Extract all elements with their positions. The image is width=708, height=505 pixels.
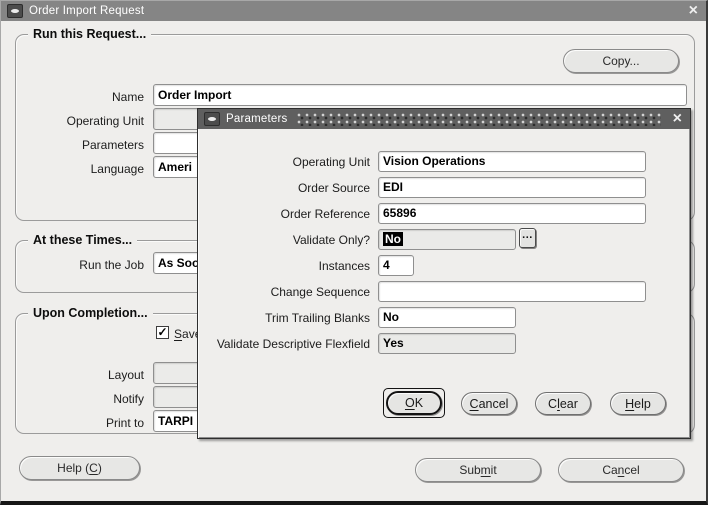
window-title: Order Import Request (29, 5, 145, 17)
cancel-button[interactable]: Cancel (558, 458, 684, 482)
ok-default-ring: OK (383, 388, 445, 418)
dlg-validate-only-field[interactable]: No (378, 229, 516, 250)
dlg-operating-unit-field[interactable]: Vision Operations (378, 151, 646, 172)
parameters-dialog-close-icon[interactable]: × (671, 111, 684, 127)
submit-button[interactable]: Submit (415, 458, 541, 482)
run-the-job-label: Run the Job (79, 258, 144, 272)
clear-button-label: Clear (548, 396, 578, 411)
print-to-label: Print to (105, 416, 144, 430)
upon-completion-legend: Upon Completion... (28, 306, 153, 320)
window-close-icon[interactable]: × (687, 3, 700, 19)
dlg-instances-label: Instances (318, 259, 370, 273)
titlebar-drag-texture[interactable] (297, 112, 661, 126)
dlg-validate-flexfield-field[interactable]: Yes (378, 333, 516, 354)
dialog-help-button-label: Help (625, 396, 651, 411)
name-label: Name (111, 90, 144, 104)
selected-text: No (383, 232, 403, 246)
save-output-checkbox[interactable]: ✓ (156, 326, 169, 339)
parameters-label: Parameters (81, 138, 144, 152)
window-titlebar[interactable]: Order Import Request × (1, 1, 706, 21)
dlg-order-reference-field[interactable]: 65896 (378, 203, 646, 224)
language-label: Language (90, 162, 144, 176)
oracle-logo-icon (7, 4, 23, 18)
submit-button-label: Submit (459, 463, 497, 477)
order-import-request-window: Order Import Request × Run this Request.… (0, 0, 708, 505)
clear-button[interactable]: Clear (535, 392, 591, 415)
parameters-dialog-title: Parameters (226, 113, 288, 125)
dialog-cancel-button-label: Cancel (469, 396, 509, 411)
dlg-change-sequence-label: Change Sequence (270, 285, 370, 299)
operating-unit-label: Operating Unit (66, 114, 144, 128)
parameters-dialog: Parameters × Operating Unit Vision Opera… (197, 108, 691, 439)
dlg-order-source-field[interactable]: EDI (378, 177, 646, 198)
oracle-logo-icon (204, 112, 220, 126)
notify-label: Notify (113, 392, 144, 406)
copy-button[interactable]: Copy... (563, 49, 679, 73)
checkmark-icon: ✓ (157, 325, 168, 339)
dlg-operating-unit-label: Operating Unit (292, 155, 370, 169)
dlg-validate-only-label: Validate Only? (292, 233, 370, 247)
layout-label: Layout (107, 368, 144, 382)
at-these-times-legend: At these Times... (28, 233, 138, 247)
help-button-label: Help (C) (57, 461, 102, 475)
name-field[interactable]: Order Import (153, 84, 687, 106)
dlg-order-reference-label: Order Reference (280, 207, 370, 221)
dlg-validate-flexfield-label: Validate Descriptive Flexfield (216, 337, 370, 351)
parameters-dialog-titlebar[interactable]: Parameters × (198, 109, 690, 129)
copy-button-label: Copy... (602, 54, 640, 68)
dlg-trim-trailing-blanks-label: Trim Trailing Blanks (265, 311, 370, 325)
cancel-button-label: Cancel (602, 463, 640, 477)
dlg-order-source-label: Order Source (297, 181, 370, 195)
dialog-cancel-button[interactable]: Cancel (461, 392, 517, 415)
run-this-request-legend: Run this Request... (28, 27, 152, 41)
dialog-help-button[interactable]: Help (610, 392, 666, 415)
ok-button[interactable]: OK (386, 391, 442, 415)
lov-ellipsis-button[interactable]: ... (519, 228, 536, 248)
help-button[interactable]: Help (C) (19, 456, 140, 480)
dlg-trim-trailing-blanks-field[interactable]: No (378, 307, 516, 328)
dlg-change-sequence-field[interactable] (378, 281, 646, 302)
dlg-instances-field[interactable]: 4 (378, 255, 414, 276)
ok-button-label: OK (404, 396, 424, 410)
